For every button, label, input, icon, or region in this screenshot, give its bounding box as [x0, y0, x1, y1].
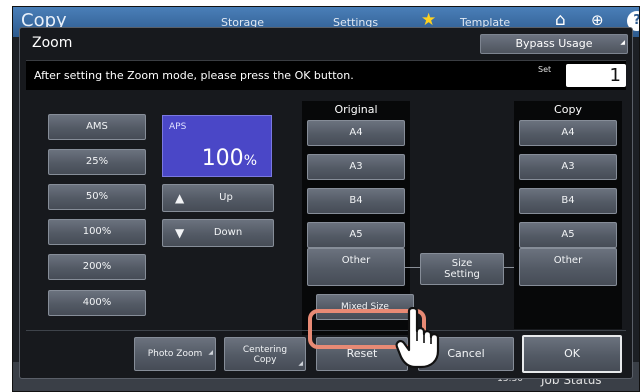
original-other-button[interactable]: Other: [307, 248, 405, 286]
photo-zoom-label: Photo Zoom: [147, 349, 203, 359]
zoom-percent: 100: [201, 146, 244, 171]
copy-heading: Copy: [554, 103, 582, 116]
zoom-down-button[interactable]: ▼ Down: [162, 219, 274, 247]
message-bar: After setting the Zoom mode, please pres…: [26, 60, 626, 90]
dialog-title: Zoom: [32, 35, 73, 51]
original-a5-button[interactable]: A5: [307, 222, 405, 248]
up-arrow-icon: ▲: [175, 191, 185, 205]
instruction-message: After setting the Zoom mode, please pres…: [34, 69, 354, 82]
set-label: Set: [538, 65, 552, 74]
size-setting-button[interactable]: Size Setting: [420, 253, 504, 285]
zoom-up-button[interactable]: ▲ Up: [162, 184, 274, 212]
copy-a5-button[interactable]: A5: [519, 222, 617, 248]
down-arrow-icon: ▼: [175, 226, 185, 240]
aps-display: APS 100%: [162, 115, 272, 177]
photo-zoom-button[interactable]: Photo Zoom ◢: [134, 337, 216, 371]
copy-b4-button[interactable]: B4: [519, 188, 617, 214]
zoom-400-button[interactable]: 400%: [48, 290, 146, 316]
up-label: Up: [219, 192, 233, 203]
divider-left: [405, 267, 421, 268]
zoom-ams-button[interactable]: AMS: [48, 114, 146, 140]
centering-copy-label: Centering Copy: [242, 345, 288, 365]
submenu-corner-icon: ◢: [208, 349, 213, 356]
original-a4-button[interactable]: A4: [307, 120, 405, 146]
copy-a3-button[interactable]: A3: [519, 154, 617, 180]
copy-a4-button[interactable]: A4: [519, 120, 617, 146]
ok-button[interactable]: OK: [522, 335, 622, 373]
submenu-corner-icon: ◢: [298, 360, 303, 367]
zoom-50-button[interactable]: 50%: [48, 184, 146, 210]
set-count: 1: [566, 64, 626, 87]
submenu-corner-icon: ◢: [620, 39, 625, 46]
zoom-200-button[interactable]: 200%: [48, 254, 146, 280]
copier-screen: Copy Storage Settings ★ Template ⌂ ⊕ ? 0…: [12, 6, 640, 392]
zoom-25-button[interactable]: 25%: [48, 149, 146, 175]
zoom-100-button[interactable]: 100%: [48, 219, 146, 245]
original-b4-button[interactable]: B4: [307, 188, 405, 214]
zoom-unit: %: [243, 153, 257, 169]
centering-copy-button[interactable]: Centering Copy ◢: [224, 337, 306, 371]
zoom-value: 100%: [202, 146, 257, 171]
pointing-hand-icon: [395, 307, 440, 369]
aps-label: APS: [169, 122, 187, 132]
original-a3-button[interactable]: A3: [307, 154, 405, 180]
down-label: Down: [213, 227, 243, 238]
zoom-dialog: Zoom Bypass Usage ◢ After setting the Zo…: [19, 27, 633, 379]
bypass-usage-label: Bypass Usage: [515, 37, 593, 50]
copy-other-button[interactable]: Other: [519, 248, 617, 286]
original-heading: Original: [334, 103, 378, 116]
bypass-usage-button[interactable]: Bypass Usage ◢: [480, 34, 628, 54]
